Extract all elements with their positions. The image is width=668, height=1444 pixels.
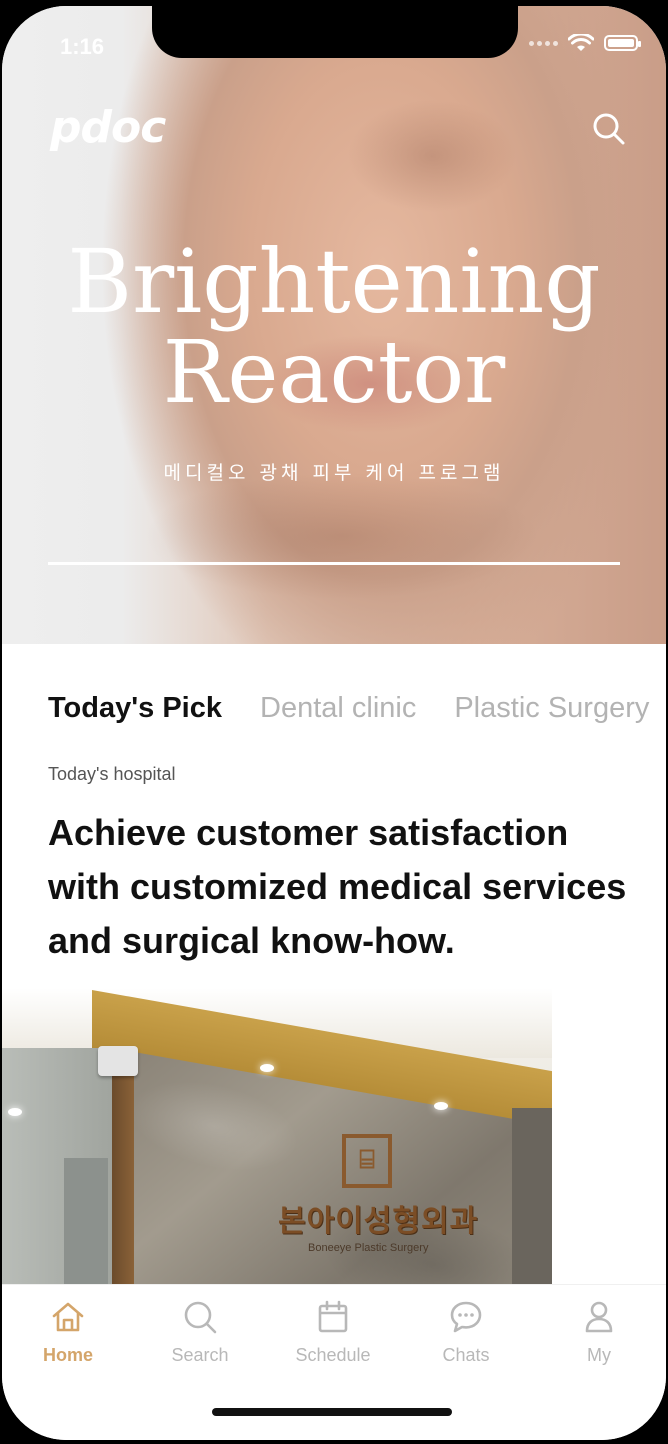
home-icon <box>52 1302 84 1332</box>
hero-banner[interactable]: 1:16 pdoc Brightening Reactor 메디컬오 광채 피부… <box>2 6 666 646</box>
nav-search[interactable]: Search <box>145 1299 255 1366</box>
image-ceiling-light <box>260 1064 274 1072</box>
image-ceiling-light <box>8 1108 22 1116</box>
nav-chats[interactable]: Chats <box>411 1299 521 1366</box>
image-pillar <box>112 1048 134 1284</box>
image-security-camera <box>98 1046 138 1076</box>
feature-headline[interactable]: Achieve customer satisfaction with custo… <box>48 806 648 968</box>
nav-my-label: My <box>587 1345 611 1365</box>
hero-subtitle: 메디컬오 광채 피부 케어 프로그램 <box>163 462 505 484</box>
hero-title-line2: Reactor <box>162 323 506 423</box>
home-indicator[interactable] <box>212 1408 452 1416</box>
device-notch <box>152 6 518 58</box>
nav-search-label: Search <box>171 1345 229 1365</box>
image-sign-english: Boneeye Plastic Surgery <box>308 1242 429 1254</box>
category-tabs: Today's Pick Dental clinic Plastic Surge… <box>48 692 649 725</box>
tab-todays-pick[interactable]: Today's Pick <box>48 692 222 725</box>
nav-chats-label: Chats <box>442 1345 490 1365</box>
image-sign-korean: 본아이성형외과 <box>278 1204 479 1239</box>
battery-icon <box>604 35 641 51</box>
image-ceiling-light <box>434 1102 448 1110</box>
chat-bubble-icon <box>450 1301 482 1333</box>
cellular-signal-icon <box>529 40 558 46</box>
hospital-image[interactable]: ⌸ 본아이성형외과 Boneeye Plastic Surgery <box>2 988 552 1284</box>
status-time: 1:16 <box>60 34 105 59</box>
hero-progress-line <box>48 562 620 565</box>
search-icon <box>184 1301 217 1334</box>
image-side-wall <box>512 1108 552 1284</box>
image-sign-logo: ⌸ <box>342 1134 392 1188</box>
nav-schedule-label: Schedule <box>295 1345 371 1365</box>
app-screen: 1:16 pdoc Brightening Reactor 메디컬오 광채 피부… <box>2 6 666 1440</box>
nav-home-label: Home <box>42 1345 93 1365</box>
person-icon <box>585 1301 613 1333</box>
nav-my[interactable]: My <box>544 1299 654 1366</box>
search-icon[interactable] <box>592 112 626 146</box>
tab-plastic-surgery[interactable]: Plastic Surgery <box>454 692 649 725</box>
section-label: Today's hospital <box>48 764 176 784</box>
wifi-icon <box>568 34 594 51</box>
status-icons <box>529 34 641 52</box>
app-logo[interactable]: pdoc <box>50 102 166 153</box>
nav-home[interactable]: Home <box>13 1299 123 1366</box>
tab-dental-clinic[interactable]: Dental clinic <box>260 692 416 725</box>
calendar-icon <box>318 1300 348 1333</box>
hero-title-line1: Brightening <box>67 230 601 333</box>
image-door <box>64 1158 108 1284</box>
bottom-tab-bar: Home Search Schedule Chats My <box>2 1284 666 1440</box>
nav-schedule[interactable]: Schedule <box>278 1299 388 1366</box>
